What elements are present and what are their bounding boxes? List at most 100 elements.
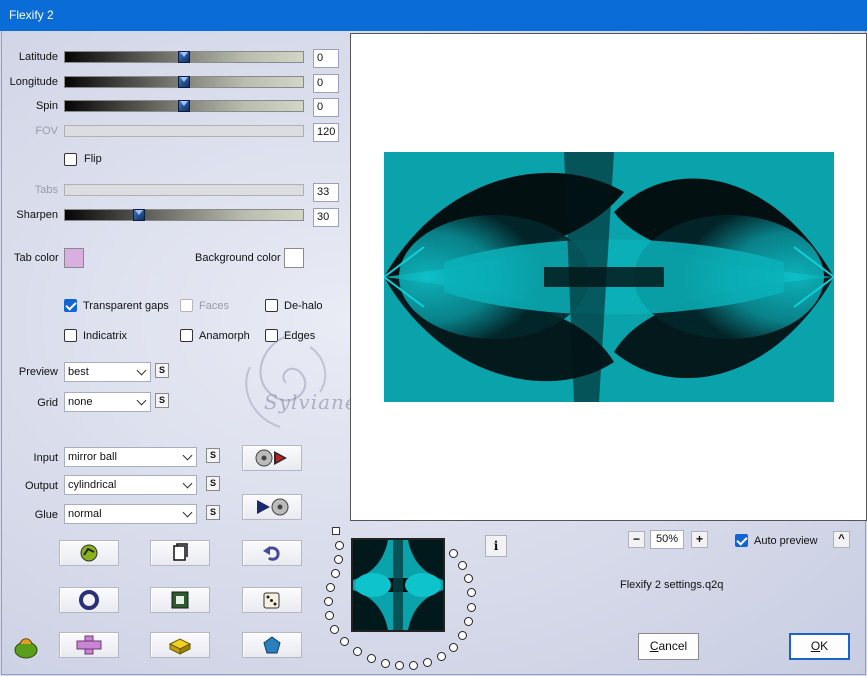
dice-button[interactable] bbox=[242, 587, 302, 613]
auto-preview-label: Auto preview bbox=[754, 535, 818, 547]
chevron-down-icon bbox=[136, 365, 147, 376]
grid-select[interactable]: none bbox=[64, 392, 151, 412]
navigator-dot[interactable] bbox=[381, 659, 390, 668]
spin-slider-thumb[interactable] bbox=[178, 100, 190, 112]
de-halo-checkbox[interactable] bbox=[265, 299, 278, 312]
grid-s-button[interactable]: S bbox=[155, 393, 169, 408]
randomize-button[interactable] bbox=[59, 540, 119, 566]
tabs-label: Tabs bbox=[34, 184, 58, 196]
auto-preview-checkbox[interactable] bbox=[735, 534, 748, 547]
window-title: Flexify 2 bbox=[9, 8, 54, 22]
tabs-slider bbox=[64, 184, 304, 196]
zoom-out-button[interactable]: − bbox=[628, 531, 645, 548]
longitude-value-field[interactable]: 0 bbox=[313, 74, 339, 93]
preview-quality-value: best bbox=[68, 366, 89, 378]
circle-button[interactable] bbox=[59, 587, 119, 613]
spin-slider[interactable] bbox=[64, 100, 304, 112]
cross-button[interactable] bbox=[59, 632, 119, 658]
navigator-dot[interactable] bbox=[330, 625, 339, 634]
longitude-slider-thumb[interactable] bbox=[178, 76, 190, 88]
preview-quality-select[interactable]: best bbox=[64, 362, 151, 382]
output-s-button[interactable]: S bbox=[206, 476, 220, 491]
latitude-value-field[interactable]: 0 bbox=[313, 49, 339, 68]
new-preset-button[interactable] bbox=[150, 540, 210, 566]
background-color-swatch[interactable] bbox=[284, 248, 304, 268]
navigator-dot[interactable] bbox=[324, 597, 333, 606]
navigator-dot[interactable] bbox=[335, 541, 344, 550]
chevron-down-icon bbox=[182, 450, 193, 461]
de-halo-label: De-halo bbox=[284, 300, 323, 312]
tab-color-swatch[interactable] bbox=[64, 248, 84, 268]
latitude-slider-thumb[interactable] bbox=[178, 51, 190, 63]
frame-button[interactable] bbox=[150, 587, 210, 613]
anamorph-checkbox[interactable] bbox=[180, 329, 193, 342]
navigator-dot[interactable] bbox=[464, 617, 473, 626]
navigator-dot[interactable] bbox=[467, 603, 476, 612]
preview-image bbox=[384, 152, 834, 402]
navigator-dot[interactable] bbox=[325, 611, 334, 620]
gem-button[interactable] bbox=[242, 632, 302, 658]
ok-button[interactable]: OK bbox=[789, 633, 850, 660]
navigator-dot[interactable] bbox=[464, 574, 473, 583]
cancel-button[interactable]: Cancel bbox=[638, 633, 699, 660]
undo-button[interactable] bbox=[242, 540, 302, 566]
navigator-dot[interactable] bbox=[449, 643, 458, 652]
navigator-thumbnail[interactable] bbox=[351, 538, 445, 632]
transparent-gaps-checkbox[interactable] bbox=[64, 299, 77, 312]
navigator-dot[interactable] bbox=[423, 658, 432, 667]
glue-select[interactable]: normal bbox=[64, 504, 197, 524]
navigator-dot[interactable] bbox=[326, 583, 335, 592]
info-button[interactable]: i bbox=[485, 535, 507, 557]
output-projection-select[interactable]: cylindrical bbox=[64, 475, 197, 495]
navigator-dot[interactable] bbox=[331, 569, 340, 578]
longitude-slider[interactable] bbox=[64, 76, 304, 88]
navigator-dot[interactable] bbox=[340, 637, 349, 646]
thumbnail-image bbox=[353, 540, 443, 630]
title-bar: Flexify 2 bbox=[0, 0, 867, 31]
fov-slider bbox=[64, 125, 304, 137]
swirl-watermark-icon bbox=[245, 336, 327, 428]
navigator-dot[interactable] bbox=[437, 652, 446, 661]
glue-s-button[interactable]: S bbox=[206, 505, 220, 520]
input-projection-select[interactable]: mirror ball bbox=[64, 447, 197, 467]
navigator-dot[interactable] bbox=[353, 647, 362, 656]
preview-canvas[interactable] bbox=[350, 33, 867, 521]
brick-button[interactable] bbox=[150, 632, 210, 658]
faces-checkbox bbox=[180, 299, 193, 312]
navigator-dot[interactable] bbox=[449, 549, 458, 558]
load-to-input-button[interactable] bbox=[242, 445, 302, 471]
spin-label: Spin bbox=[35, 100, 58, 112]
preview-s-button[interactable]: S bbox=[155, 363, 169, 378]
spin-value-field[interactable]: 0 bbox=[313, 98, 339, 117]
indicatrix-checkbox[interactable] bbox=[64, 329, 77, 342]
zoom-level-field[interactable]: 50% bbox=[650, 530, 684, 549]
info-icon: i bbox=[493, 539, 499, 553]
output-to-disc-button[interactable] bbox=[242, 494, 302, 520]
fov-label: FOV bbox=[35, 125, 58, 137]
navigator-dot[interactable] bbox=[458, 561, 467, 570]
sharpen-slider-thumb[interactable] bbox=[133, 209, 145, 221]
dice-icon bbox=[263, 592, 280, 609]
collapse-button[interactable]: ^ bbox=[833, 531, 850, 548]
navigator-dot[interactable] bbox=[458, 631, 467, 640]
latitude-slider[interactable] bbox=[64, 51, 304, 63]
randomize-icon bbox=[80, 544, 98, 562]
sharpen-slider[interactable] bbox=[64, 209, 304, 221]
app-logo-icon bbox=[14, 638, 38, 659]
ok-button-label: OK bbox=[810, 639, 829, 653]
navigator-dot[interactable] bbox=[467, 588, 476, 597]
navigator-dot[interactable] bbox=[367, 654, 376, 663]
navigator-dot[interactable] bbox=[395, 661, 404, 670]
zoom-in-button[interactable]: + bbox=[691, 531, 708, 548]
navigator-dot[interactable] bbox=[409, 661, 418, 670]
input-label: Input bbox=[33, 452, 58, 464]
circle-icon bbox=[79, 590, 99, 610]
sharpen-value-field[interactable]: 30 bbox=[313, 208, 339, 227]
tab-color-label: Tab color bbox=[14, 252, 59, 264]
flip-checkbox[interactable] bbox=[64, 153, 77, 166]
cross-icon bbox=[76, 635, 102, 655]
navigator-dot[interactable] bbox=[334, 555, 343, 564]
input-s-button[interactable]: S bbox=[206, 448, 220, 463]
navigator-handle[interactable] bbox=[332, 527, 340, 535]
tabs-value-field: 33 bbox=[313, 183, 339, 202]
